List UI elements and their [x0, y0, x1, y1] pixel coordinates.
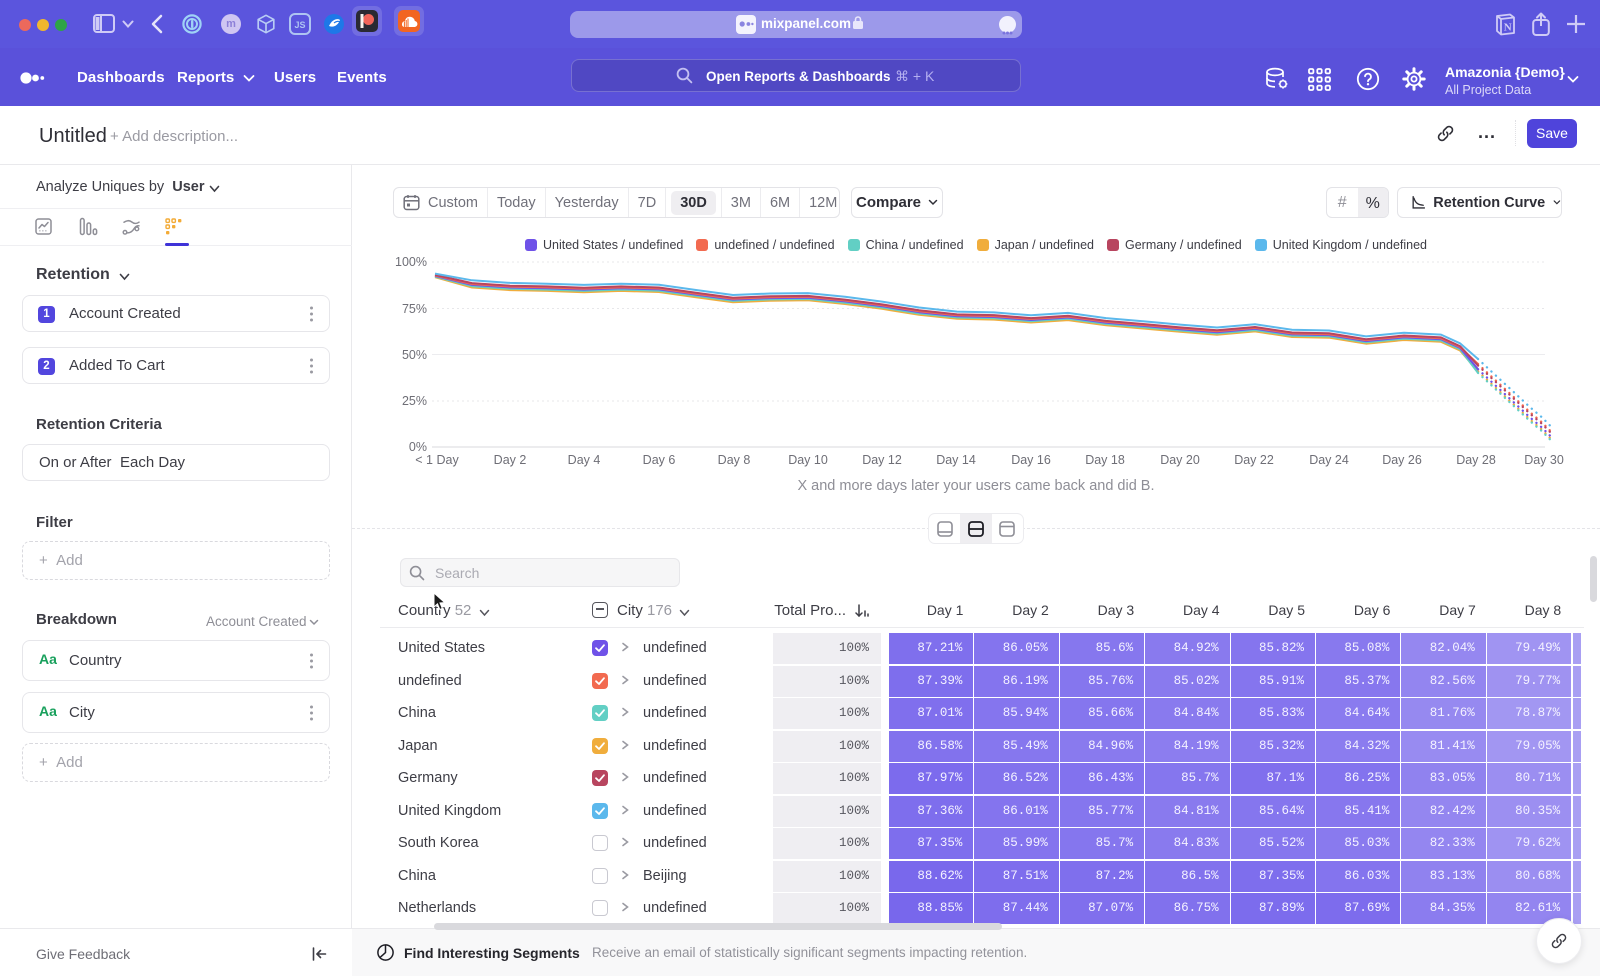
svg-text:Day 22: Day 22	[1234, 453, 1274, 467]
svg-text:Day 28: Day 28	[1456, 453, 1496, 467]
svg-text:0%: 0%	[409, 440, 427, 454]
svg-text:Day 26: Day 26	[1382, 453, 1422, 467]
svg-text:< 1 Day: < 1 Day	[415, 453, 459, 467]
svg-text:Day 4: Day 4	[568, 453, 601, 467]
svg-text:Day 8: Day 8	[718, 453, 751, 467]
svg-text:Day 20: Day 20	[1160, 453, 1200, 467]
svg-text:75%: 75%	[402, 302, 427, 316]
svg-text:Day 24: Day 24	[1309, 453, 1349, 467]
svg-text:50%: 50%	[402, 348, 427, 362]
svg-text:100%: 100%	[395, 255, 427, 269]
svg-text:Day 16: Day 16	[1011, 453, 1051, 467]
svg-text:Day 12: Day 12	[862, 453, 902, 467]
svg-text:Day 2: Day 2	[494, 453, 527, 467]
svg-text:Day 10: Day 10	[788, 453, 828, 467]
svg-text:Day 18: Day 18	[1085, 453, 1125, 467]
svg-text:JS: JS	[294, 20, 305, 30]
svg-text:Day 14: Day 14	[936, 453, 976, 467]
svg-text:N: N	[1504, 22, 1512, 34]
svg-text:Day 30: Day 30	[1524, 453, 1564, 467]
svg-text:Day 6: Day 6	[643, 453, 676, 467]
svg-text:25%: 25%	[402, 394, 427, 408]
